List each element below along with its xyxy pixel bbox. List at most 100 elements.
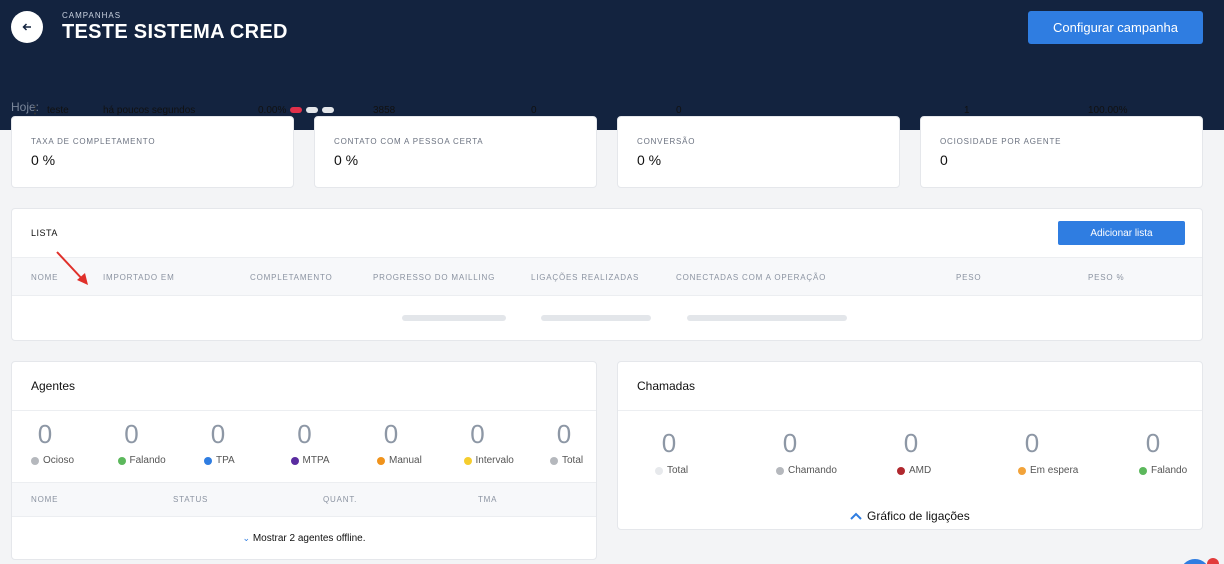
status-dot-icon bbox=[1139, 466, 1147, 475]
stat-card-right-contact: CONTATO COM A PESSOA CERTA 0 % bbox=[314, 116, 597, 188]
list-card: LISTA Adicionar lista NOME IMPORTADO EM … bbox=[11, 208, 1203, 341]
agents-title: Agentes bbox=[31, 379, 76, 393]
add-list-button[interactable]: Adicionar lista bbox=[1058, 221, 1185, 245]
calls-title: Chamadas bbox=[637, 379, 696, 393]
column-header-completion[interactable]: COMPLETAMENTO bbox=[250, 273, 333, 282]
completion-segment-red bbox=[290, 107, 302, 113]
stat-legend: Falando bbox=[117, 455, 166, 466]
column-header-calls[interactable]: LIGAÇÕES REALIZADAS bbox=[531, 273, 639, 282]
agents-col-name[interactable]: NOME bbox=[31, 495, 58, 504]
stat-card-completion: TAXA DE COMPLETAMENTO 0 % bbox=[11, 116, 294, 188]
chevron-down-icon: ⌄ bbox=[242, 533, 251, 543]
stat-legend-label: TPA bbox=[216, 455, 235, 466]
row-name: teste bbox=[47, 105, 69, 116]
stat-legend-label: Manual bbox=[389, 455, 422, 466]
back-button[interactable] bbox=[11, 11, 43, 43]
row-calls: 0 bbox=[531, 105, 537, 116]
stat-label: TAXA DE COMPLETAMENTO bbox=[31, 137, 156, 146]
configure-campaign-button[interactable]: Configurar campanha bbox=[1028, 11, 1203, 44]
calls-bar bbox=[541, 315, 651, 321]
stat-value: 0 % bbox=[637, 152, 662, 168]
stat-value: 0 % bbox=[31, 152, 56, 168]
stat-count: 0 bbox=[661, 428, 677, 458]
agents-divider bbox=[12, 410, 596, 411]
stat-value: 0 % bbox=[334, 152, 359, 168]
stat-legend-label: Falando bbox=[1151, 465, 1188, 476]
calls-chart-link[interactable]: Gráfico de ligações bbox=[850, 509, 970, 523]
show-offline-label: Mostrar 2 agentes offline. bbox=[252, 533, 366, 544]
status-dot-icon bbox=[897, 466, 905, 475]
row-connected: 0 bbox=[676, 105, 682, 116]
status-dot-icon bbox=[117, 456, 126, 465]
stat-legend: Falando bbox=[1139, 465, 1187, 476]
stat-count: 0 bbox=[556, 419, 572, 449]
column-header-weight-pct[interactable]: PESO % bbox=[1088, 273, 1124, 282]
stat-legend: Chamando bbox=[776, 465, 837, 476]
row-completion: 0.00% bbox=[258, 105, 287, 116]
status-dot-icon bbox=[377, 456, 385, 465]
stat-legend: Ocioso bbox=[31, 455, 74, 466]
agents-col-status[interactable]: STATUS bbox=[173, 495, 208, 504]
stat-label: CONTATO COM A PESSOA CERTA bbox=[334, 137, 484, 146]
stat-count: 0 bbox=[903, 428, 919, 458]
stat-card-idleness: OCIOSIDADE POR AGENTE 0 bbox=[920, 116, 1203, 188]
stat-count: 0 bbox=[210, 419, 226, 449]
status-dot-icon bbox=[1018, 466, 1026, 475]
stat-legend-label: Falando bbox=[129, 455, 166, 466]
stat-card-conversion: CONVERSÃO 0 % bbox=[617, 116, 900, 188]
stat-legend: Em espera bbox=[1018, 465, 1078, 476]
stat-legend-label: Chamando bbox=[788, 465, 837, 476]
stat-legend: Intervalo bbox=[463, 455, 514, 466]
stat-legend: Total bbox=[655, 465, 688, 476]
stat-label: CONVERSÃO bbox=[637, 137, 696, 146]
row-menu-icon[interactable] bbox=[33, 105, 37, 118]
agents-table-header: NOME STATUS QUANT. TMA bbox=[12, 482, 596, 517]
stat-count: 0 bbox=[124, 419, 139, 449]
stat-legend-label: Total bbox=[667, 465, 689, 476]
list-title: LISTA bbox=[31, 228, 58, 238]
column-header-progress[interactable]: PROGRESSO DO MAILLING bbox=[373, 273, 495, 282]
agents-card: Agentes 0 Ocioso 0 Falando 0 TPA 0 MTPA 0 Manual 0… bbox=[11, 361, 597, 560]
stat-legend-label: Intervalo bbox=[475, 455, 514, 466]
stat-label: OCIOSIDADE POR AGENTE bbox=[940, 137, 1062, 146]
stat-legend-label: AMD bbox=[909, 465, 932, 476]
red-arrow-annotation bbox=[56, 251, 88, 285]
calls-chart-label: Gráfico de ligações bbox=[867, 509, 970, 523]
notification-badge bbox=[1207, 558, 1219, 564]
status-dot-icon bbox=[550, 456, 558, 465]
column-header-imported[interactable]: IMPORTADO EM bbox=[103, 273, 175, 282]
completion-segment-empty bbox=[306, 107, 318, 113]
stat-count: 0 bbox=[470, 419, 485, 449]
page-title: TESTE SISTEMA CRED bbox=[62, 21, 288, 43]
stat-legend-label: Em espera bbox=[1030, 465, 1079, 476]
agents-col-tma[interactable]: TMA bbox=[478, 495, 497, 504]
row-progress: 3858 bbox=[373, 105, 396, 116]
agents-col-quant[interactable]: QUANT. bbox=[323, 495, 357, 504]
connected-bar bbox=[687, 315, 847, 321]
row-weight: 1 bbox=[964, 105, 970, 116]
chat-button[interactable] bbox=[1180, 559, 1210, 564]
stat-count: 0 bbox=[782, 428, 798, 458]
row-imported: há poucos segundos bbox=[103, 105, 196, 116]
column-header-connected[interactable]: CONECTADAS COM A OPERAÇÃO bbox=[676, 273, 826, 282]
calls-divider bbox=[618, 410, 1202, 411]
stat-count: 0 bbox=[383, 419, 399, 449]
chevron-up-icon bbox=[850, 512, 862, 520]
stat-legend-label: MTPA bbox=[302, 455, 330, 466]
status-dot-icon bbox=[290, 456, 299, 465]
show-offline-agents-link[interactable]: ⌄ Mostrar 2 agentes offline. bbox=[12, 533, 596, 544]
status-dot-icon bbox=[655, 466, 663, 475]
stat-count: 0 bbox=[1145, 428, 1161, 458]
list-table-header: NOME IMPORTADO EM COMPLETAMENTO PROGRESS… bbox=[12, 257, 1202, 296]
progress-bar bbox=[402, 315, 506, 321]
stat-count: 0 bbox=[297, 419, 312, 449]
status-dot-icon bbox=[31, 456, 39, 465]
stat-legend-label: Ocioso bbox=[43, 455, 75, 466]
arrow-left-icon bbox=[22, 23, 31, 31]
column-header-weight[interactable]: PESO bbox=[956, 273, 981, 282]
breadcrumb[interactable]: CAMPANHAS bbox=[62, 11, 121, 20]
calls-card: Chamadas 0 Total 0 Chamando 0 AMD 0 Em espera 0 F… bbox=[617, 361, 1203, 530]
status-dot-icon bbox=[463, 456, 472, 465]
row-weight-pct: 100.00% bbox=[1088, 105, 1128, 116]
stat-value: 0 bbox=[940, 152, 948, 168]
